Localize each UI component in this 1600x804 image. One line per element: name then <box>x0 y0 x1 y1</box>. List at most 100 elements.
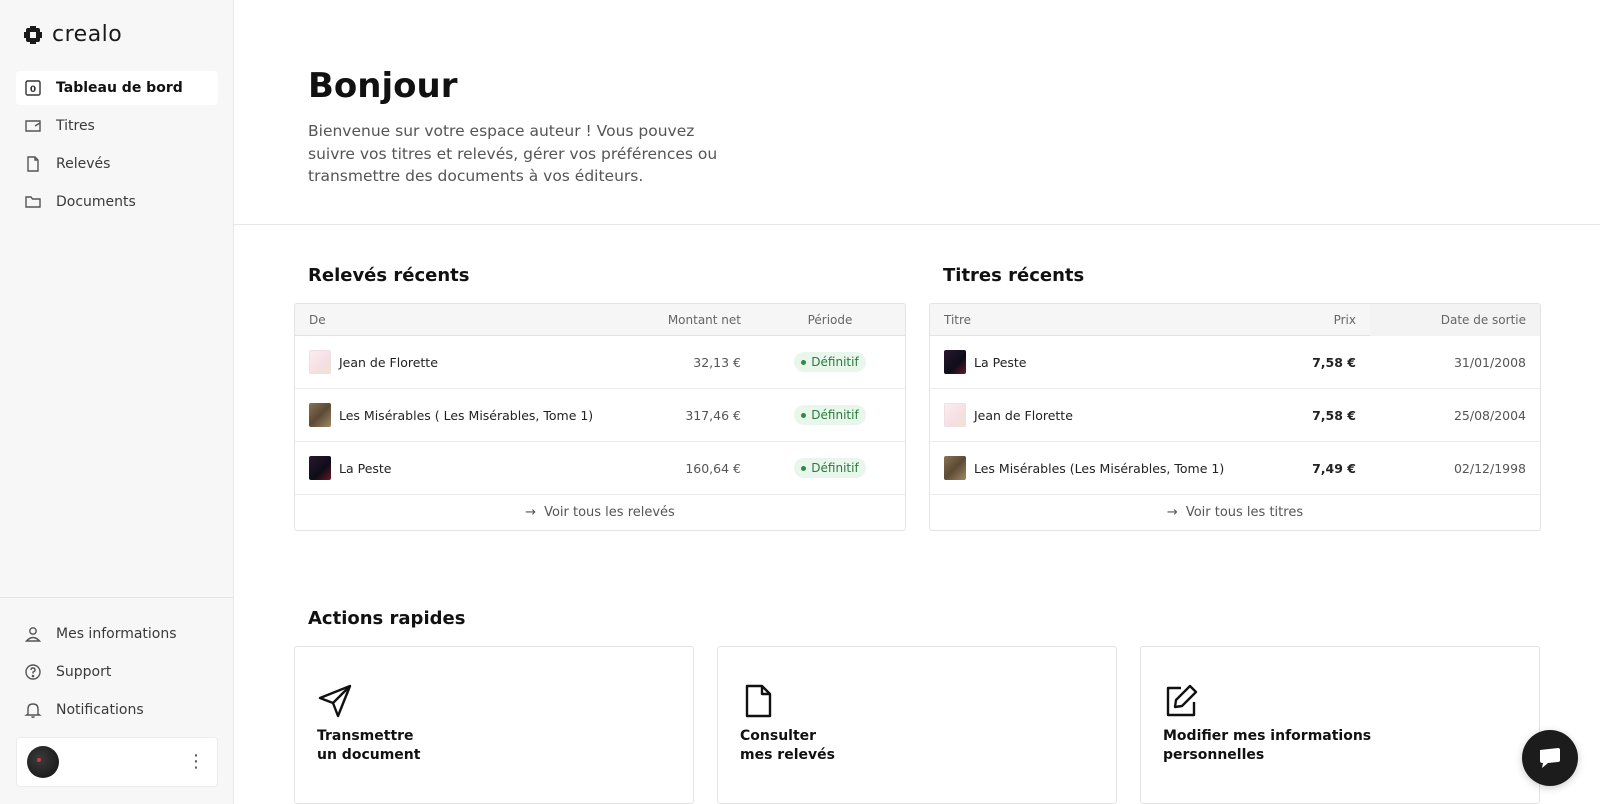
row-title: Jean de Florette <box>339 354 438 370</box>
releves-table: De Montant net Période Jean de Florette … <box>294 303 906 531</box>
action-send-document[interactable]: Transmettre un document <box>294 646 694 804</box>
column-header-period[interactable]: Période <box>755 313 905 327</box>
arrow-right-icon: → <box>1166 504 1178 520</box>
sidebar-item-documents[interactable]: Documents <box>16 185 218 219</box>
row-title-cell: La Peste <box>930 350 1240 374</box>
action-label-line: Consulter <box>740 728 817 744</box>
row-price: 7,58 € <box>1312 407 1356 423</box>
sidebar-item-label: Titres <box>56 118 95 134</box>
table-row[interactable]: La Peste 7,58 € 31/01/2008 <box>930 336 1540 389</box>
sidebar-item-label: Support <box>56 664 112 680</box>
document-icon <box>745 684 772 718</box>
actions-section-title: Actions rapides <box>308 608 466 629</box>
welcome-text: Bienvenue sur votre espace auteur ! Vous… <box>308 122 718 185</box>
folder-icon <box>25 196 41 208</box>
brand-name: crealo <box>52 22 123 47</box>
book-cover-thumbnail <box>309 456 331 480</box>
titres-table: Titre Prix Date de sortie La Peste 7,58 … <box>929 303 1541 531</box>
row-price: 7,49 € <box>1312 460 1356 476</box>
row-title: La Peste <box>974 354 1027 370</box>
sidebar-item-releves[interactable]: Relevés <box>16 147 218 181</box>
sidebar-item-dashboard[interactable]: 0 Tableau de bord <box>16 71 218 105</box>
welcome-section: Bonjour Bienvenue sur votre espace auteu… <box>308 66 738 188</box>
titres-section-title: Titres récents <box>943 265 1085 286</box>
file-icon <box>27 156 39 172</box>
sidebar-item-support[interactable]: Support <box>16 655 218 689</box>
sidebar: crealo 0 Tableau de bord Titres Relevés … <box>0 0 234 804</box>
book-cover-thumbnail <box>944 403 966 427</box>
book-cover-thumbnail <box>309 403 331 427</box>
table-header: De Montant net Période <box>295 304 905 336</box>
sidebar-item-label: Mes informations <box>56 626 177 642</box>
row-amount: 32,13 € <box>693 354 741 370</box>
status-badge: Définitif <box>794 458 866 478</box>
row-title: Les Misérables (Les Misérables, Tome 1) <box>974 460 1225 476</box>
row-date: 31/01/2008 <box>1453 354 1526 370</box>
edit-icon <box>1166 684 1198 717</box>
chat-button[interactable] <box>1522 730 1578 786</box>
footer-link-label: Voir tous les relevés <box>544 504 675 520</box>
user-icon <box>24 627 42 642</box>
help-circle-icon <box>25 664 41 680</box>
chat-icon <box>1540 748 1560 768</box>
brand-logo[interactable]: crealo <box>22 22 122 47</box>
sidebar-item-label: Notifications <box>56 702 144 718</box>
action-label-line: un document <box>317 747 421 763</box>
row-title: Les Misérables ( Les Misérables, Tome 1) <box>339 407 594 423</box>
bell-icon <box>24 703 42 718</box>
row-title: Jean de Florette <box>974 407 1073 423</box>
table-row[interactable]: Les Misérables ( Les Misérables, Tome 1)… <box>295 389 905 442</box>
row-title-cell: Les Misérables ( Les Misérables, Tome 1) <box>295 403 625 427</box>
table-header: Titre Prix Date de sortie <box>930 304 1540 336</box>
row-title-cell: Jean de Florette <box>930 403 1240 427</box>
row-title-cell: La Peste <box>295 456 625 480</box>
row-title: La Peste <box>339 460 392 476</box>
see-all-titres-link[interactable]: → Voir tous les titres <box>930 495 1540 529</box>
row-status-cell: Définitif <box>755 458 905 478</box>
book-icon <box>25 120 41 132</box>
action-label: Consulter mes relevés <box>740 727 835 765</box>
sidebar-divider <box>0 597 233 598</box>
app-root: crealo 0 Tableau de bord Titres Relevés … <box>0 0 1600 804</box>
table-row[interactable]: Les Misérables (Les Misérables, Tome 1) … <box>930 442 1540 495</box>
column-header-from[interactable]: De <box>295 313 625 327</box>
see-all-releves-link[interactable]: → Voir tous les relevés <box>295 495 905 529</box>
table-row[interactable]: La Peste 160,64 € Définitif <box>295 442 905 495</box>
action-label-line: Modifier mes informations <box>1163 728 1372 744</box>
page-title: Bonjour <box>308 66 458 106</box>
row-date: 02/12/1998 <box>1453 460 1526 476</box>
row-amount: 317,46 € <box>685 407 741 423</box>
action-label-line: mes relevés <box>740 747 835 763</box>
row-status-cell: Définitif <box>755 405 905 425</box>
action-edit-info[interactable]: Modifier mes informations personnelles <box>1140 646 1540 804</box>
action-label-line: Transmettre <box>317 728 414 744</box>
avatar[interactable] <box>27 746 59 778</box>
status-badge: Définitif <box>794 405 866 425</box>
action-label: Modifier mes informations personnelles <box>1163 727 1371 765</box>
book-cover-thumbnail <box>944 350 966 374</box>
table-row[interactable]: Jean de Florette 7,58 € 25/08/2004 <box>930 389 1540 442</box>
sidebar-item-mes-informations[interactable]: Mes informations <box>16 617 218 651</box>
column-header-price[interactable]: Prix <box>1240 313 1370 327</box>
kebab-menu-icon[interactable]: ⋮ <box>187 753 205 771</box>
action-label: Transmettre un document <box>317 727 420 765</box>
book-cover-thumbnail <box>944 456 966 480</box>
row-date: 25/08/2004 <box>1453 407 1526 423</box>
sidebar-nav: 0 Tableau de bord Titres Relevés Documen… <box>16 71 218 223</box>
sidebar-item-label: Documents <box>56 194 136 210</box>
column-header-date[interactable]: Date de sortie <box>1370 304 1540 336</box>
row-price: 7,58 € <box>1312 354 1356 370</box>
column-header-title[interactable]: Titre <box>930 313 1240 327</box>
sidebar-item-notifications[interactable]: Notifications <box>16 693 218 727</box>
section-divider <box>234 224 1600 225</box>
sidebar-item-titres[interactable]: Titres <box>16 109 218 143</box>
column-header-amount[interactable]: Montant net <box>625 313 755 327</box>
user-card[interactable]: ⋮ <box>16 737 218 787</box>
sidebar-item-label: Relevés <box>56 156 111 172</box>
status-badge: Définitif <box>794 352 866 372</box>
action-view-releves[interactable]: Consulter mes relevés <box>717 646 1117 804</box>
dashboard-icon: 0 <box>25 80 41 96</box>
releves-section-title: Relevés récents <box>308 265 470 286</box>
table-row[interactable]: Jean de Florette 32,13 € Définitif <box>295 336 905 389</box>
row-status-cell: Définitif <box>755 352 905 372</box>
